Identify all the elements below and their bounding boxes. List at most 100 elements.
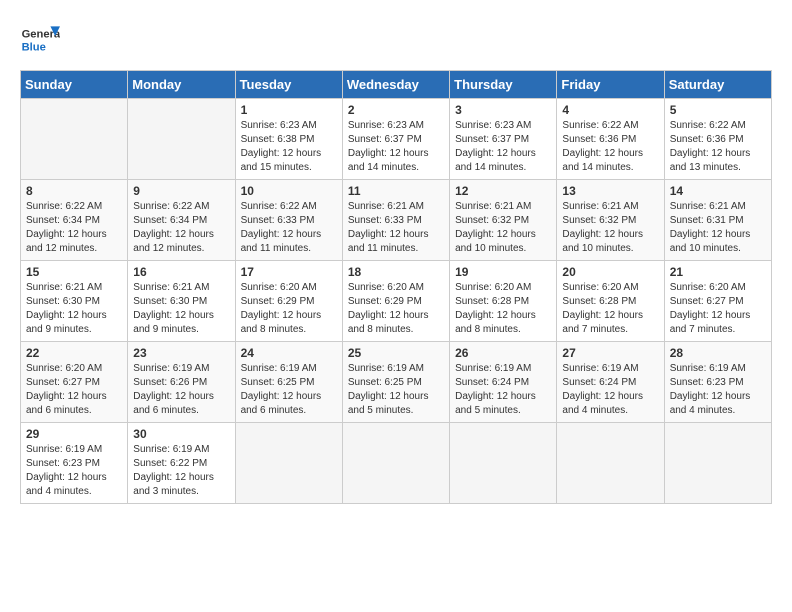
day-info: Sunrise: 6:20 AMSunset: 6:27 PMDaylight:… [670, 281, 766, 337]
calendar-week-row: 15 Sunrise: 6:21 AMSunset: 6:30 PMDaylig… [21, 261, 772, 342]
weekday-header-thursday: Thursday [450, 71, 557, 99]
calendar-cell: 14 Sunrise: 6:21 AMSunset: 6:31 PMDaylig… [664, 180, 771, 261]
day-info: Sunrise: 6:21 AMSunset: 6:30 PMDaylight:… [133, 281, 229, 337]
calendar-week-row: 22 Sunrise: 6:20 AMSunset: 6:27 PMDaylig… [21, 342, 772, 423]
weekday-header-sunday: Sunday [21, 71, 128, 99]
day-number: 8 [26, 184, 122, 198]
day-number: 18 [348, 265, 444, 279]
weekday-header-saturday: Saturday [664, 71, 771, 99]
calendar-cell: 5 Sunrise: 6:22 AMSunset: 6:36 PMDayligh… [664, 99, 771, 180]
calendar-cell: 22 Sunrise: 6:20 AMSunset: 6:27 PMDaylig… [21, 342, 128, 423]
weekday-header-wednesday: Wednesday [342, 71, 449, 99]
weekday-header-monday: Monday [128, 71, 235, 99]
calendar-cell: 19 Sunrise: 6:20 AMSunset: 6:28 PMDaylig… [450, 261, 557, 342]
day-number: 21 [670, 265, 766, 279]
calendar-cell [557, 423, 664, 504]
day-info: Sunrise: 6:19 AMSunset: 6:22 PMDaylight:… [133, 443, 229, 499]
day-number: 20 [562, 265, 658, 279]
calendar-cell: 20 Sunrise: 6:20 AMSunset: 6:28 PMDaylig… [557, 261, 664, 342]
day-number: 19 [455, 265, 551, 279]
calendar-cell [235, 423, 342, 504]
day-info: Sunrise: 6:21 AMSunset: 6:32 PMDaylight:… [562, 200, 658, 256]
logo: General Blue [20, 20, 65, 60]
day-info: Sunrise: 6:23 AMSunset: 6:38 PMDaylight:… [241, 119, 337, 175]
calendar-cell: 17 Sunrise: 6:20 AMSunset: 6:29 PMDaylig… [235, 261, 342, 342]
day-info: Sunrise: 6:19 AMSunset: 6:23 PMDaylight:… [670, 362, 766, 418]
day-number: 23 [133, 346, 229, 360]
day-number: 15 [26, 265, 122, 279]
calendar-cell: 10 Sunrise: 6:22 AMSunset: 6:33 PMDaylig… [235, 180, 342, 261]
day-number: 26 [455, 346, 551, 360]
day-info: Sunrise: 6:20 AMSunset: 6:27 PMDaylight:… [26, 362, 122, 418]
calendar-cell: 13 Sunrise: 6:21 AMSunset: 6:32 PMDaylig… [557, 180, 664, 261]
day-number: 27 [562, 346, 658, 360]
calendar-cell: 29 Sunrise: 6:19 AMSunset: 6:23 PMDaylig… [21, 423, 128, 504]
day-number: 12 [455, 184, 551, 198]
calendar-cell [342, 423, 449, 504]
calendar-cell: 28 Sunrise: 6:19 AMSunset: 6:23 PMDaylig… [664, 342, 771, 423]
calendar-cell [664, 423, 771, 504]
calendar-week-row: 1 Sunrise: 6:23 AMSunset: 6:38 PMDayligh… [21, 99, 772, 180]
day-info: Sunrise: 6:20 AMSunset: 6:28 PMDaylight:… [562, 281, 658, 337]
calendar-cell: 21 Sunrise: 6:20 AMSunset: 6:27 PMDaylig… [664, 261, 771, 342]
day-info: Sunrise: 6:19 AMSunset: 6:24 PMDaylight:… [562, 362, 658, 418]
calendar-cell: 4 Sunrise: 6:22 AMSunset: 6:36 PMDayligh… [557, 99, 664, 180]
day-info: Sunrise: 6:19 AMSunset: 6:25 PMDaylight:… [348, 362, 444, 418]
calendar-cell: 15 Sunrise: 6:21 AMSunset: 6:30 PMDaylig… [21, 261, 128, 342]
day-number: 10 [241, 184, 337, 198]
day-number: 5 [670, 103, 766, 117]
day-info: Sunrise: 6:20 AMSunset: 6:28 PMDaylight:… [455, 281, 551, 337]
day-number: 22 [26, 346, 122, 360]
day-info: Sunrise: 6:19 AMSunset: 6:23 PMDaylight:… [26, 443, 122, 499]
calendar-cell: 30 Sunrise: 6:19 AMSunset: 6:22 PMDaylig… [128, 423, 235, 504]
day-number: 29 [26, 427, 122, 441]
day-number: 1 [241, 103, 337, 117]
calendar-cell: 3 Sunrise: 6:23 AMSunset: 6:37 PMDayligh… [450, 99, 557, 180]
day-info: Sunrise: 6:19 AMSunset: 6:26 PMDaylight:… [133, 362, 229, 418]
calendar-week-row: 8 Sunrise: 6:22 AMSunset: 6:34 PMDayligh… [21, 180, 772, 261]
page-header: General Blue [20, 20, 772, 60]
day-number: 3 [455, 103, 551, 117]
day-number: 2 [348, 103, 444, 117]
calendar-cell: 27 Sunrise: 6:19 AMSunset: 6:24 PMDaylig… [557, 342, 664, 423]
day-number: 28 [670, 346, 766, 360]
day-info: Sunrise: 6:20 AMSunset: 6:29 PMDaylight:… [348, 281, 444, 337]
day-info: Sunrise: 6:22 AMSunset: 6:33 PMDaylight:… [241, 200, 337, 256]
calendar-cell: 9 Sunrise: 6:22 AMSunset: 6:34 PMDayligh… [128, 180, 235, 261]
calendar-week-row: 29 Sunrise: 6:19 AMSunset: 6:23 PMDaylig… [21, 423, 772, 504]
weekday-header-friday: Friday [557, 71, 664, 99]
weekday-header-row: SundayMondayTuesdayWednesdayThursdayFrid… [21, 71, 772, 99]
weekday-header-tuesday: Tuesday [235, 71, 342, 99]
day-info: Sunrise: 6:21 AMSunset: 6:31 PMDaylight:… [670, 200, 766, 256]
day-number: 25 [348, 346, 444, 360]
day-info: Sunrise: 6:21 AMSunset: 6:30 PMDaylight:… [26, 281, 122, 337]
calendar-cell: 16 Sunrise: 6:21 AMSunset: 6:30 PMDaylig… [128, 261, 235, 342]
svg-text:Blue: Blue [22, 41, 46, 53]
day-info: Sunrise: 6:22 AMSunset: 6:34 PMDaylight:… [26, 200, 122, 256]
calendar-cell: 25 Sunrise: 6:19 AMSunset: 6:25 PMDaylig… [342, 342, 449, 423]
day-info: Sunrise: 6:19 AMSunset: 6:25 PMDaylight:… [241, 362, 337, 418]
calendar-cell: 24 Sunrise: 6:19 AMSunset: 6:25 PMDaylig… [235, 342, 342, 423]
day-info: Sunrise: 6:23 AMSunset: 6:37 PMDaylight:… [348, 119, 444, 175]
day-number: 17 [241, 265, 337, 279]
day-info: Sunrise: 6:21 AMSunset: 6:32 PMDaylight:… [455, 200, 551, 256]
calendar-table: SundayMondayTuesdayWednesdayThursdayFrid… [20, 70, 772, 504]
day-number: 14 [670, 184, 766, 198]
day-info: Sunrise: 6:22 AMSunset: 6:36 PMDaylight:… [670, 119, 766, 175]
day-number: 9 [133, 184, 229, 198]
day-info: Sunrise: 6:19 AMSunset: 6:24 PMDaylight:… [455, 362, 551, 418]
day-number: 30 [133, 427, 229, 441]
calendar-cell: 26 Sunrise: 6:19 AMSunset: 6:24 PMDaylig… [450, 342, 557, 423]
calendar-cell: 18 Sunrise: 6:20 AMSunset: 6:29 PMDaylig… [342, 261, 449, 342]
day-info: Sunrise: 6:22 AMSunset: 6:34 PMDaylight:… [133, 200, 229, 256]
calendar-cell: 11 Sunrise: 6:21 AMSunset: 6:33 PMDaylig… [342, 180, 449, 261]
calendar-cell: 12 Sunrise: 6:21 AMSunset: 6:32 PMDaylig… [450, 180, 557, 261]
day-number: 24 [241, 346, 337, 360]
calendar-cell [128, 99, 235, 180]
calendar-cell: 23 Sunrise: 6:19 AMSunset: 6:26 PMDaylig… [128, 342, 235, 423]
day-info: Sunrise: 6:23 AMSunset: 6:37 PMDaylight:… [455, 119, 551, 175]
day-info: Sunrise: 6:22 AMSunset: 6:36 PMDaylight:… [562, 119, 658, 175]
day-number: 4 [562, 103, 658, 117]
calendar-cell: 2 Sunrise: 6:23 AMSunset: 6:37 PMDayligh… [342, 99, 449, 180]
calendar-cell: 1 Sunrise: 6:23 AMSunset: 6:38 PMDayligh… [235, 99, 342, 180]
